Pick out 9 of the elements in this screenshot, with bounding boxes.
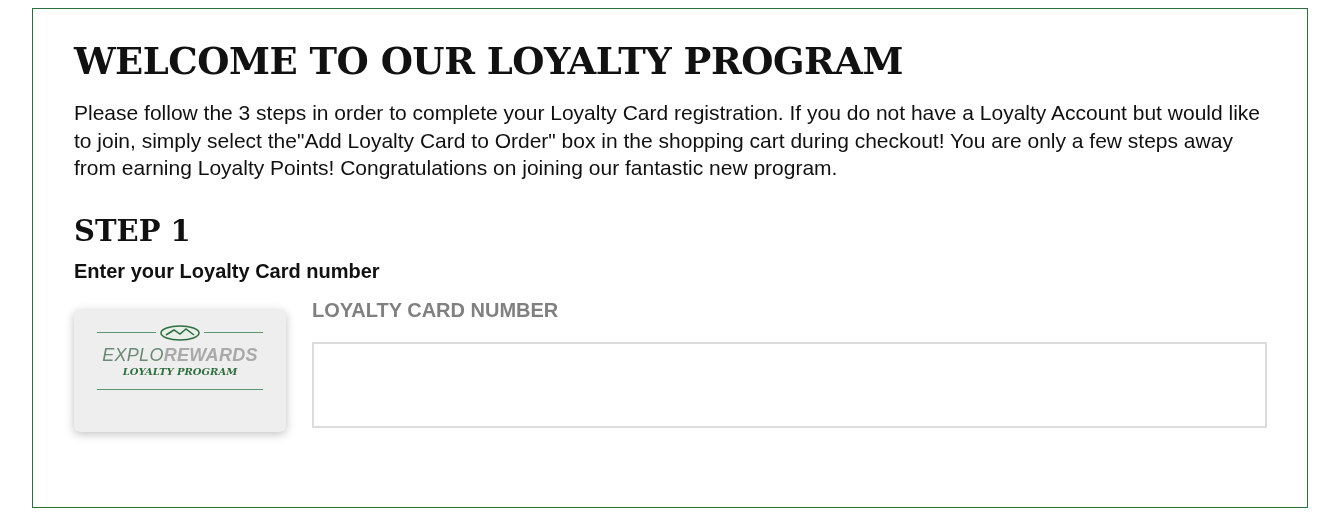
brand-wordmark: EXPLOREWARDS — [102, 344, 258, 366]
step-heading: STEP 1 — [74, 212, 192, 250]
card-number-field[interactable] — [312, 341, 1267, 428]
card-subtitle: LOYALTY PROGRAM — [122, 365, 238, 377]
field-label: LOYALTY CARD NUMBER — [312, 297, 560, 322]
step-instruction: Enter your Loyalty Card number — [74, 258, 381, 284]
page-title: WELCOME TO OUR LOYALTY PROGRAM — [74, 38, 904, 85]
intro-paragraph: Please follow the 3 steps in order to complete your Loyalty Card registration. If you do not have a Loyalty Account but would like to join, simply select the"Add Loyalty Card to Order" box in the shopping cart during checkout! You are only a few steps away from earning Loyalty Points! Congratulations on joining our fantastic new program. — [74, 100, 1261, 181]
logo-icon — [160, 324, 200, 341]
